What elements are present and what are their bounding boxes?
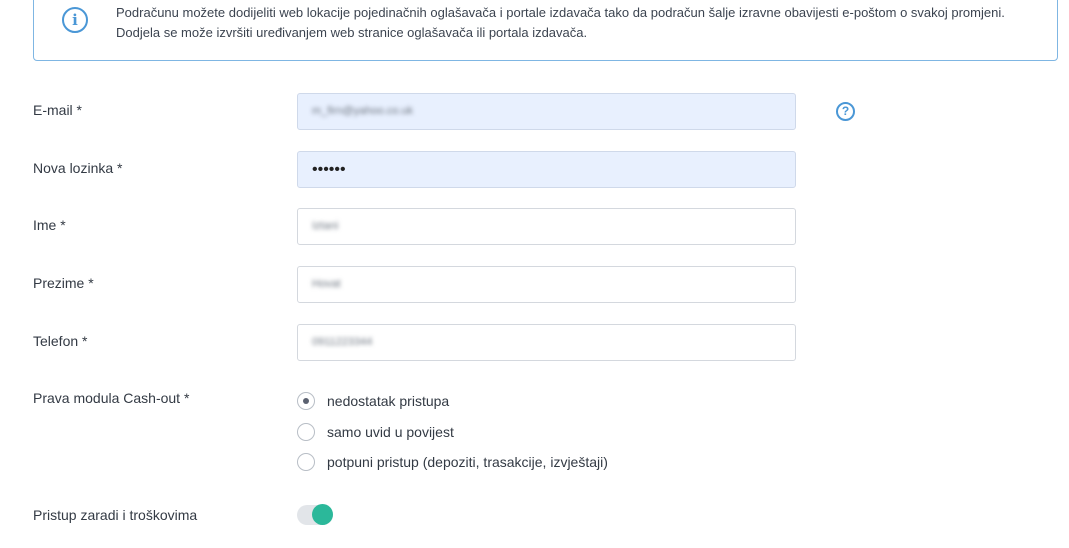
password-field[interactable]: •••••• [297,151,796,188]
radio-button[interactable] [297,423,315,441]
phone-value: 0911223344 [312,336,373,348]
toggle-knob [312,504,333,525]
email-label: E-mail * [33,102,83,118]
first-name-field[interactable]: Iztani [297,208,796,245]
earnings-access-toggle[interactable] [297,504,333,525]
last-name-value: Hovat [312,278,341,290]
info-icon: i [62,7,88,33]
email-field[interactable]: m_firn@yahoo.co.uk [297,93,796,130]
info-text: Podračunu možete dodijeliti web lokacije… [116,5,1005,40]
last-name-label: Prezime * [33,275,94,291]
radio-label: nedostatak pristupa [327,393,450,409]
last-name-field[interactable]: Hovat [297,266,796,303]
question-icon[interactable]: ? [836,102,855,121]
password-value: •••••• [312,161,346,178]
radio-button[interactable] [297,453,315,471]
first-name-value: Iztani [312,220,339,232]
email-value: m_firn@yahoo.co.uk [312,105,414,117]
first-name-label: Ime * [33,217,66,233]
radio-label: potpuni pristup (depoziti, trasakcije, i… [327,454,608,470]
info-banner: i Podračunu možete dodijeliti web lokaci… [33,0,1058,61]
radio-label: samo uvid u povijest [327,424,454,440]
cashout-label: Prava modula Cash-out * [33,390,190,406]
earnings-access-label: Pristup zaradi i troškovima [33,507,198,523]
phone-label: Telefon * [33,333,88,349]
phone-field[interactable]: 0911223344 [297,324,796,361]
password-label: Nova lozinka * [33,160,123,176]
radio-button[interactable] [297,392,315,410]
